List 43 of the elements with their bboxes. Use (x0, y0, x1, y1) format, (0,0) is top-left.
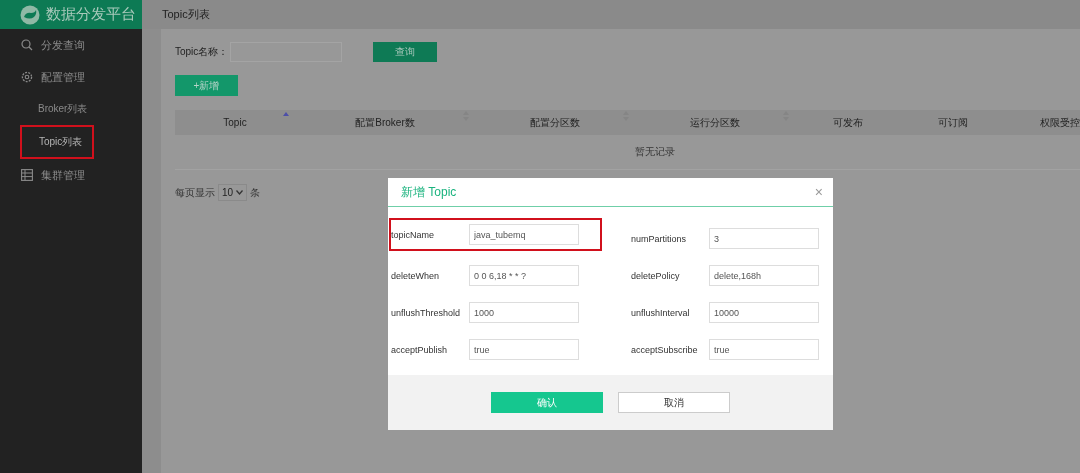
field-label: topicName (391, 229, 436, 240)
sidebar-item[interactable]: 集群管理 (0, 159, 142, 191)
close-button[interactable]: × (810, 184, 827, 200)
sidebar-subitem[interactable]: Broker列表 (0, 93, 142, 125)
input-field[interactable]: 10000 (709, 302, 819, 323)
input-field[interactable]: 1000 (469, 302, 579, 323)
input-field[interactable]: true (709, 339, 819, 360)
column-header[interactable]: 配置Broker数 (355, 115, 415, 130)
settings-icon (21, 71, 33, 83)
page-size-label: 每页显示 (175, 185, 215, 200)
field-label: acceptSubscribe (631, 344, 699, 355)
input-field[interactable]: java_tubemq (469, 224, 579, 245)
page-size-unit: 条 (250, 185, 261, 200)
empty-message: 暂无记录 (635, 145, 675, 159)
field-label: acceptPublish (391, 344, 449, 355)
chevron-down-icon (236, 190, 244, 195)
field-label: numPartitions (631, 233, 688, 244)
page-title: Topic列表 (162, 7, 210, 22)
field-label: deletePolicy (631, 270, 681, 281)
cancel-button[interactable]: 取消 (618, 392, 730, 413)
logo-text: 数据分发平台 (46, 5, 136, 24)
table-icon (21, 169, 33, 181)
column-header[interactable]: Topic (223, 117, 247, 128)
sidebar-item[interactable]: 配置管理 (0, 61, 142, 93)
input-field[interactable]: 3 (709, 228, 819, 249)
input-field[interactable]: delete,168h (709, 265, 819, 286)
field-label: unflushInterval (631, 307, 691, 318)
field-label: deleteWhen (391, 270, 441, 281)
column-header[interactable]: 权限受控 (1040, 115, 1080, 130)
column-header[interactable]: 可发布 (832, 115, 863, 130)
query-button[interactable]: 查询 (373, 42, 438, 62)
column-header[interactable]: 运行分区数 (690, 115, 740, 130)
input-field[interactable]: 0 0 6,18 * * ? (469, 265, 579, 286)
column-header[interactable]: 可订阅 (937, 115, 968, 130)
column-header[interactable]: 配置分区数 (530, 115, 580, 130)
sidebar-item[interactable]: 分发查询 (0, 29, 142, 61)
search-icon (21, 39, 33, 51)
dialog-title: 新增 Topic (401, 183, 457, 201)
sidebar-subitem[interactable]: Topic列表 (20, 125, 94, 159)
field-label: unflushThreshold (391, 307, 462, 318)
search-label: Topic名称： (175, 45, 229, 59)
page-size-select[interactable]: 10 (218, 184, 248, 201)
input-field[interactable]: true (469, 339, 579, 360)
